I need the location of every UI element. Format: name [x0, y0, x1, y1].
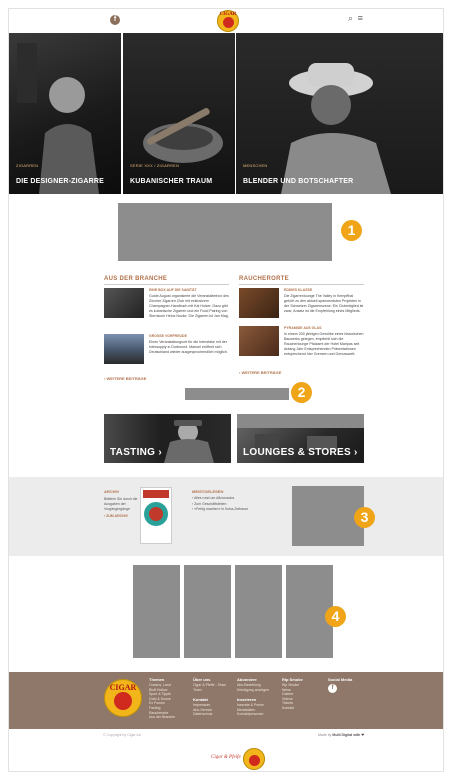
item-title[interactable]: PYRAMIDE AUS GLAS [284, 326, 321, 330]
footer-list-abonniere: Abo-Bestellung Kündigung anzeigen [237, 683, 269, 692]
facebook-icon[interactable]: f [110, 15, 120, 25]
meistgelesen-list: › Alles rund um Aficionados › Zum Geschä… [192, 496, 248, 513]
footer-heading: Kontakt [193, 697, 208, 702]
search-icon[interactable]: ⌕ [348, 13, 353, 23]
cigar-logo[interactable]: CIGAR [217, 10, 239, 32]
footer-link[interactable]: Kontaktpersonen [237, 712, 264, 717]
item-title[interactable]: EINE BOX AUF DIE SANITÄT [149, 288, 197, 292]
archiv-link[interactable]: › ZUM ARCHIV [104, 514, 128, 518]
signature-logo[interactable]: Cigar & Pfeife [211, 755, 241, 760]
magazine-cover[interactable] [140, 487, 172, 544]
ad-banner-1[interactable] [118, 203, 332, 261]
archiv-heading: ARCHIV [104, 489, 120, 494]
archiv-text: Blättern Sie durch die Ausgaben der Vorg… [104, 497, 138, 511]
list-item[interactable]: PYRAMIDE AUS GLAS In einem 200 jährigen … [239, 326, 364, 366]
list-item[interactable]: GROSSE VORFREUDE Einen Veranstaltungsort… [104, 334, 229, 366]
ad-tile-4b[interactable] [184, 565, 231, 658]
tile-label: LOUNGES & STORES › [243, 447, 358, 458]
footer-heading: Über uns [193, 677, 211, 682]
band-section [9, 477, 443, 556]
hero-title[interactable]: KUBANISCHER TRAUM [130, 178, 212, 185]
menu-icon[interactable]: ≡ [358, 13, 363, 23]
facebook-icon[interactable]: f [328, 684, 337, 693]
footer-heading: Inserieren [237, 697, 257, 702]
divider [239, 284, 364, 285]
divider [104, 284, 229, 285]
footer-link[interactable]: Cigar & Pfeife - Team [193, 683, 226, 688]
badge-1: 1 [341, 220, 362, 241]
header-icons: ⌕ ≡ [348, 13, 363, 24]
footer-link[interactable]: Impressum [193, 703, 212, 708]
footer-list-ueber: Cigar & Pfeife - Team Team [193, 683, 226, 692]
footer-heading: Themen [149, 677, 165, 682]
badge-4: 4 [325, 606, 346, 627]
hero-caption: SERIE XXX / ZIGARREN KUBANISCHER TRAUM [130, 163, 212, 188]
footer [9, 672, 443, 729]
item-text: Einen Veranstaltungsort für die Intersta… [149, 340, 228, 354]
hero-category: MENSCHEN [243, 163, 268, 168]
badge-2: 2 [291, 382, 312, 403]
footer-list-ripsmoke: Rip Smoke News Galerie Videos Tickets Ko… [282, 683, 299, 711]
section-heading-raucherorte: RAUCHERORTE [239, 276, 289, 282]
item-title[interactable]: GROSSE VORFREUDE [149, 334, 187, 338]
bottom-logo[interactable] [243, 748, 265, 770]
hero-card-blender[interactable]: MENSCHEN BLENDER UND BOTSCHAFTER [236, 33, 443, 194]
made-by: Made by Multi Digital with ❤ [318, 733, 364, 737]
hero-title[interactable]: DIE DESIGNER-ZIGARRE [16, 178, 104, 185]
footer-link[interactable]: Aus der Branche [149, 715, 175, 720]
ad-banner-2[interactable] [185, 388, 289, 400]
footer-list-kontakt: Impressum Abo-Service Datenschutz [193, 703, 212, 717]
footer-heading: Rip Smoke [282, 677, 303, 682]
logo-text: CIGAR [219, 12, 237, 17]
ad-tile-4c[interactable] [235, 565, 282, 658]
item-text: In einem 200 jährigen Gewölbe eines hist… [284, 332, 364, 356]
footer-list-themen: Cubans, Land Bluff Hollow Sport & Tipple… [149, 683, 175, 720]
tile-tasting[interactable]: TASTING › [104, 414, 231, 463]
list-item[interactable]: EDDIES KLASSE Die Zigarrenlounge The Val… [239, 288, 364, 320]
hero-category: SERIE XXX / ZIGARREN [130, 163, 180, 168]
list-item[interactable]: › «Fertig machen» in Kuba-Zeitraum [192, 507, 248, 513]
item-thumbnail [239, 326, 279, 356]
footer-list-inserieren: Inserate & Preise Mediadaten Kontaktpers… [237, 703, 264, 717]
section-heading-branche: AUS DER BRANCHE [104, 276, 168, 282]
item-thumbnail [239, 288, 279, 318]
hero-card-kubanischer[interactable]: SERIE XXX / ZIGARREN KUBANISCHER TRAUM [123, 33, 235, 194]
tile-label: TASTING › [110, 447, 162, 458]
footer-logo[interactable]: CIGAR [104, 679, 142, 717]
footer-link[interactable]: Datenschutz [193, 712, 212, 717]
footer-link[interactable]: Kontakt [282, 706, 299, 711]
meistgelesen-heading: MEISTGELESEN [192, 489, 224, 494]
item-text: Die Zigarrenlounge The Valley in Kempfth… [284, 294, 364, 313]
copyright-text: © Copyright by Cigar Inc [103, 733, 142, 737]
footer-heading: Social Media [328, 677, 353, 682]
hero-caption: ZIGARREN DIE DESIGNER-ZIGARRE [16, 163, 104, 188]
footer-link[interactable]: Kündigung anzeigen [237, 688, 269, 693]
logo-text: CIGAR [109, 683, 137, 692]
footer-link[interactable]: Inserate & Preise [237, 703, 264, 708]
badge-3: 3 [354, 507, 375, 528]
item-thumbnail [104, 288, 144, 318]
footer-heading: Abonniere [237, 677, 257, 682]
more-link-branche[interactable]: › WEITERE BEITRÄGE [104, 376, 146, 381]
hero-card-designer[interactable]: ZIGARREN DIE DESIGNER-ZIGARRE [9, 33, 121, 194]
more-link-raucherorte[interactable]: › WEITERE BEITRÄGE [239, 370, 281, 375]
made-by-label: Made by [318, 733, 332, 737]
hero-category: ZIGARREN [16, 163, 39, 168]
list-item[interactable]: EINE BOX AUF DIE SANITÄT Guide August or… [104, 288, 229, 320]
tile-lounges[interactable]: LOUNGES & STORES › [237, 414, 364, 463]
made-by-company[interactable]: Multi Digital with ❤ [332, 733, 364, 737]
footer-link[interactable]: Team [193, 688, 226, 693]
ad-tile-4a[interactable] [133, 565, 180, 658]
hero-caption: MENSCHEN BLENDER UND BOTSCHAFTER [243, 163, 353, 188]
footer-link[interactable]: Rip Smoke [282, 683, 299, 688]
hero-title[interactable]: BLENDER UND BOTSCHAFTER [243, 178, 353, 185]
item-thumbnail [104, 334, 144, 364]
item-text: Guide August organisierte die Veranstalt… [149, 294, 229, 318]
item-title[interactable]: EDDIES KLASSE [284, 288, 312, 292]
